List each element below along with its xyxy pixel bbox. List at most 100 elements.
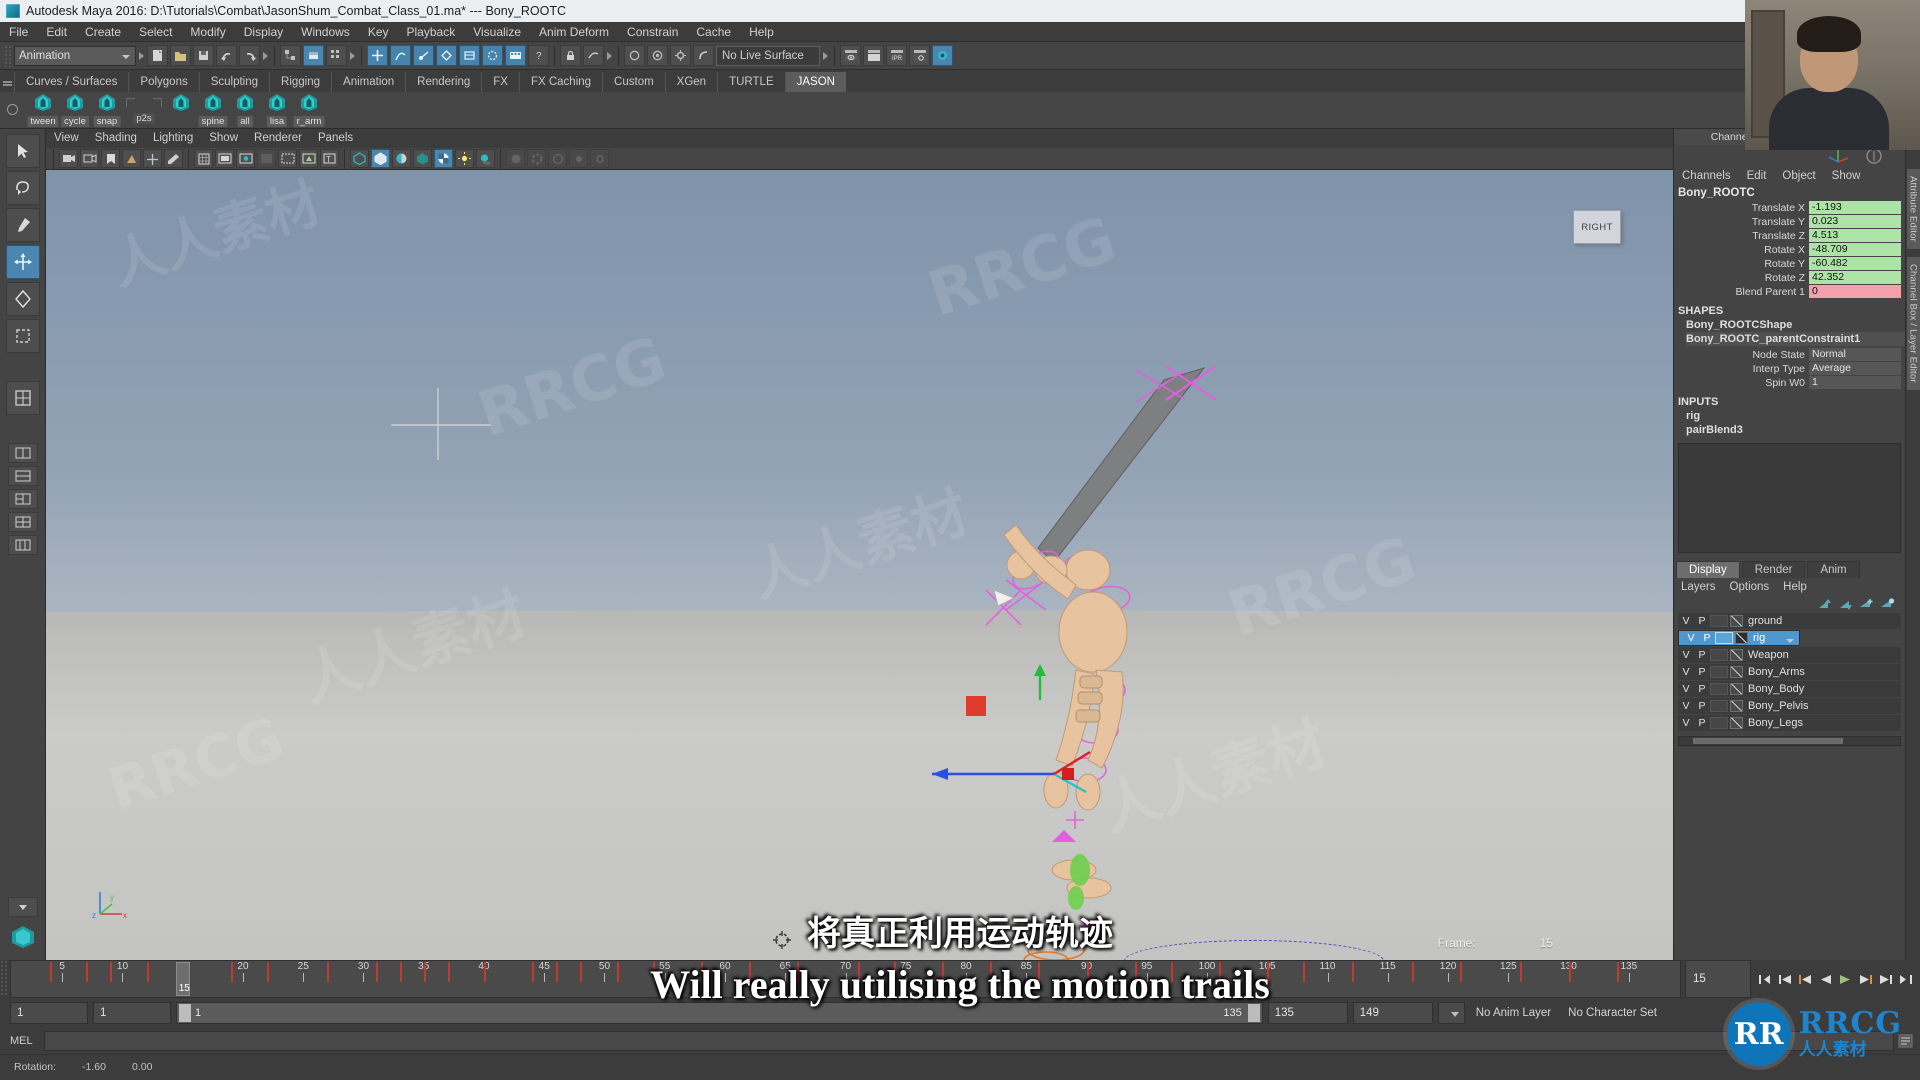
cb-menu-object[interactable]: Object [1774, 170, 1823, 182]
history-icon[interactable] [583, 45, 604, 66]
keyframe-marker[interactable] [230, 962, 233, 982]
play-forwards-icon[interactable] [1837, 971, 1854, 988]
step-forward-key-icon[interactable] [1877, 971, 1894, 988]
attr-row[interactable]: Translate Y 0.023 [1674, 215, 1901, 228]
attr-value[interactable]: 42.352 [1809, 271, 1901, 284]
select-by-object-icon[interactable] [303, 45, 324, 66]
snap-to-curve-icon[interactable] [390, 45, 411, 66]
keyframe-marker[interactable] [1134, 962, 1137, 982]
rotate-tool-icon[interactable] [5, 282, 40, 316]
toolbox-collapse-icon[interactable] [7, 897, 38, 917]
attr-value[interactable]: -48.709 [1809, 243, 1901, 256]
screen-space-ao-icon[interactable] [506, 149, 525, 168]
attr-value[interactable]: -60.482 [1809, 257, 1901, 270]
cb-menu-edit[interactable]: Edit [1739, 170, 1775, 182]
keyframe-marker[interactable] [556, 962, 559, 982]
keyframe-marker[interactable] [146, 962, 149, 982]
tab-channel-box-layer-editor[interactable]: Channel Box / Layer Editor [1906, 257, 1920, 390]
keyframe-marker[interactable] [616, 962, 619, 982]
layer-tab-display[interactable]: Display [1676, 561, 1740, 578]
keyframe-marker[interactable] [652, 962, 655, 982]
new-scene-icon[interactable] [147, 45, 168, 66]
keyframe-marker[interactable] [327, 962, 330, 982]
layer-row-bony-body[interactable]: V P Bony_Body [1678, 681, 1901, 697]
texture-mode-icon[interactable]: T [320, 149, 339, 168]
layout-preset-2-icon[interactable] [7, 466, 38, 486]
layer-color-swatch[interactable] [1730, 666, 1743, 678]
le-menu-help[interactable]: Help [1776, 581, 1814, 593]
layer-visibility-toggle[interactable]: V [1678, 717, 1694, 729]
snap-to-view-plane-icon[interactable] [459, 45, 480, 66]
layer-visibility-toggle[interactable]: V [1678, 666, 1694, 678]
shelf-tab-fx-caching[interactable]: FX Caching [518, 72, 602, 92]
menu-playback[interactable]: Playback [398, 22, 465, 42]
smooth-mesh-preview-icon[interactable] [413, 149, 432, 168]
menu-cache[interactable]: Cache [687, 22, 740, 42]
keyframe-marker[interactable] [1616, 962, 1619, 982]
cb-menu-show[interactable]: Show [1824, 170, 1869, 182]
attr-value[interactable]: 4.513 [1809, 229, 1901, 242]
layout-preset-1-icon[interactable] [7, 443, 38, 463]
layout-preset-5-icon[interactable] [7, 535, 38, 555]
layer-row-rig[interactable]: V P rig [1678, 630, 1800, 646]
tab-attribute-editor[interactable]: Attribute Editor [1906, 169, 1920, 250]
layer-playback-toggle[interactable]: P [1694, 649, 1710, 661]
keyframe-marker[interactable] [1170, 962, 1173, 982]
wireframe-shading-icon[interactable] [350, 149, 369, 168]
menuset-selector[interactable]: Animation [14, 45, 136, 66]
layer-list-scrollbar[interactable] [1678, 736, 1901, 746]
layer-row-bony-pelvis[interactable]: V P Bony_Pelvis [1678, 698, 1901, 714]
shelf-options-icon[interactable] [7, 104, 18, 115]
layout-preset-3-icon[interactable] [7, 489, 38, 509]
two-d-pan-zoom-icon[interactable] [143, 149, 162, 168]
new-layer-from-selected-icon[interactable] [1880, 597, 1895, 611]
layer-type-box[interactable] [1710, 683, 1728, 695]
character-set-label[interactable]: No Character Set [1562, 1007, 1663, 1019]
viewport-menu-renderer[interactable]: Renderer [246, 129, 310, 148]
shelf-button-snap[interactable]: snap [92, 93, 122, 128]
step-back-key-icon[interactable] [1777, 971, 1794, 988]
time-slider[interactable]: 5101520253035404550556065707580859095100… [0, 960, 1920, 998]
render-settings-seq-icon[interactable] [909, 45, 930, 66]
shelf-button-all[interactable]: all [230, 93, 260, 128]
attr-row[interactable]: Rotate X -48.709 [1674, 243, 1901, 256]
multisample-aa-icon[interactable] [548, 149, 567, 168]
undo-icon[interactable] [216, 45, 237, 66]
xray-icon[interactable] [278, 149, 297, 168]
layer-color-swatch[interactable] [1730, 717, 1743, 729]
le-menu-options[interactable]: Options [1723, 581, 1777, 593]
attr-value[interactable]: 0 [1809, 285, 1901, 298]
menu-edit[interactable]: Edit [37, 22, 76, 42]
viewport-menu-lighting[interactable]: Lighting [145, 129, 201, 148]
menu-key[interactable]: Key [359, 22, 398, 42]
keyframe-marker[interactable] [1086, 962, 1089, 982]
layer-playback-toggle[interactable]: P [1699, 632, 1715, 644]
layer-playback-toggle[interactable]: P [1694, 615, 1710, 627]
ipr-batch-icon[interactable]: IPR [886, 45, 907, 66]
attr-value[interactable]: Average [1809, 362, 1901, 375]
viewport-3d[interactable]: 人人素材 RRCG RRCG RRCG 人人素材 人人素材 人人素材 RRCG … [46, 170, 1673, 960]
gate-mask-icon[interactable] [257, 149, 276, 168]
layout-single-icon[interactable] [5, 381, 40, 415]
attr-row[interactable]: Interp Type Average [1674, 362, 1901, 375]
menu-file[interactable]: File [0, 22, 37, 42]
playback-end-field[interactable]: 149 [1352, 1002, 1433, 1024]
layer-type-box[interactable] [1710, 615, 1728, 627]
keyframe-marker[interactable] [267, 962, 270, 982]
command-language-label[interactable]: MEL [10, 1035, 40, 1047]
render-view-strip-icon[interactable] [505, 45, 526, 66]
layer-playback-toggle[interactable]: P [1694, 666, 1710, 678]
layer-row-weapon[interactable]: V P Weapon [1678, 647, 1901, 663]
layer-playback-toggle[interactable]: P [1694, 700, 1710, 712]
keyframe-marker[interactable] [423, 962, 426, 982]
shelf-tab-fx[interactable]: FX [481, 72, 519, 92]
go-to-start-icon[interactable] [1757, 971, 1774, 988]
save-scene-icon[interactable] [193, 45, 214, 66]
resolution-gate-icon[interactable] [236, 149, 255, 168]
keyframe-marker[interactable] [86, 962, 89, 982]
shelf-button-tween[interactable]: tween [27, 93, 59, 128]
shelf-button-unlabeled[interactable] [166, 93, 196, 128]
keyframe-marker[interactable] [1411, 962, 1414, 982]
attr-row[interactable]: Translate X -1.193 [1674, 201, 1901, 214]
attr-row[interactable]: Rotate Z 42.352 [1674, 271, 1901, 284]
